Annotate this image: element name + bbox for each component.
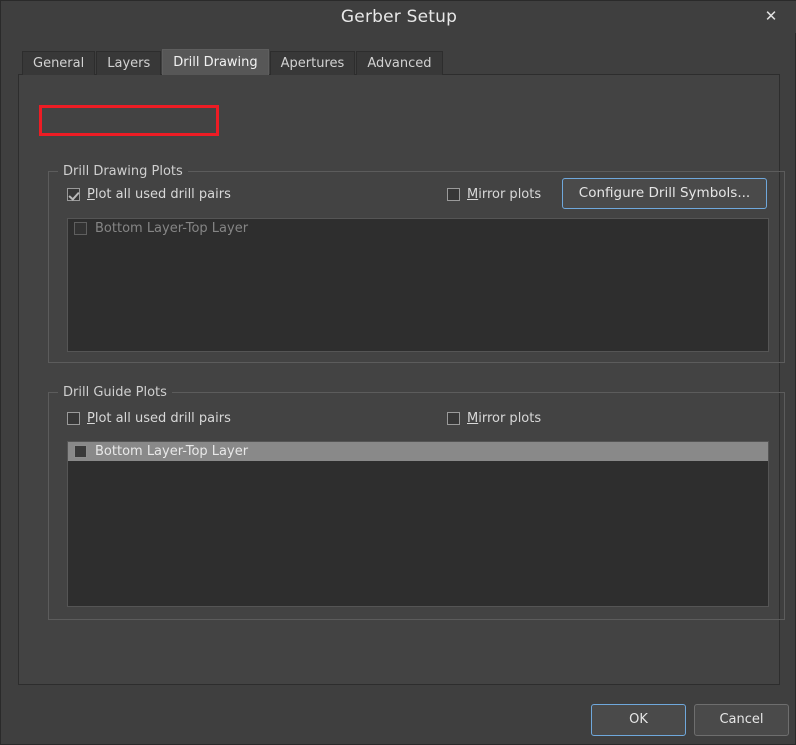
checkbox-unchecked-icon[interactable]: [74, 445, 87, 458]
drill-guide-plots-group-title: Drill Guide Plots: [58, 385, 172, 400]
mnemonic-letter: M: [467, 411, 479, 426]
checkbox-unchecked-icon: [447, 188, 460, 201]
close-icon[interactable]: ✕: [749, 1, 793, 31]
checkbox-checked-icon: [67, 188, 80, 201]
mnemonic-letter: M: [467, 187, 479, 202]
drill-drawing-tab-panel: Drill Drawing Plots Plot all used drill …: [18, 74, 785, 685]
checkbox-unchecked-icon: [447, 412, 460, 425]
mnemonic-letter: P: [87, 411, 95, 426]
drill-drawing-mirror-plots-label: Mirror plots: [467, 187, 541, 202]
cancel-button[interactable]: Cancel: [694, 704, 789, 736]
drill-guide-mirror-plots-checkbox[interactable]: Mirror plots: [447, 411, 541, 426]
tab-drill-drawing[interactable]: Drill Drawing: [162, 49, 269, 75]
tab-general[interactable]: General: [22, 51, 96, 75]
gerber-setup-dialog: Gerber Setup ✕ General Layers Drill Draw…: [0, 0, 796, 745]
label-text: irror plots: [478, 411, 542, 426]
label-text: irror plots: [478, 187, 542, 202]
ok-button[interactable]: OK: [591, 704, 686, 736]
checkbox-unchecked-icon: [67, 412, 80, 425]
configure-drill-symbols-button[interactable]: Configure Drill Symbols...: [562, 178, 767, 209]
mnemonic-letter: P: [87, 187, 95, 202]
drill-drawing-pairs-list[interactable]: Bottom Layer-Top Layer: [67, 218, 769, 352]
drill-drawing-mirror-plots-checkbox[interactable]: Mirror plots: [447, 187, 541, 202]
list-item[interactable]: Bottom Layer-Top Layer: [68, 219, 768, 238]
label-text: lot all used drill pairs: [94, 411, 231, 426]
drill-guide-mirror-plots-label: Mirror plots: [467, 411, 541, 426]
list-item-label: Bottom Layer-Top Layer: [95, 221, 249, 236]
tab-layers[interactable]: Layers: [96, 51, 162, 75]
drill-drawing-plots-group-title: Drill Drawing Plots: [58, 164, 188, 179]
drill-drawing-plot-all-label: Plot all used drill pairs: [87, 187, 231, 202]
window-title: Gerber Setup: [340, 7, 458, 27]
label-text: lot all used drill pairs: [94, 187, 231, 202]
tab-apertures[interactable]: Apertures: [269, 51, 356, 75]
drill-guide-plot-all-label: Plot all used drill pairs: [87, 411, 231, 426]
checkbox-unchecked-icon[interactable]: [74, 222, 87, 235]
title-bar: Gerber Setup ✕: [1, 1, 796, 33]
tab-bar: General Layers Drill Drawing Apertures A…: [22, 49, 444, 75]
tab-advanced[interactable]: Advanced: [356, 51, 443, 75]
drill-guide-pairs-list[interactable]: Bottom Layer-Top Layer: [67, 441, 769, 607]
drill-guide-plot-all-checkbox[interactable]: Plot all used drill pairs: [67, 411, 231, 426]
list-item[interactable]: Bottom Layer-Top Layer: [68, 442, 768, 461]
drill-drawing-plot-all-checkbox[interactable]: Plot all used drill pairs: [67, 187, 231, 202]
list-item-label: Bottom Layer-Top Layer: [95, 444, 249, 459]
